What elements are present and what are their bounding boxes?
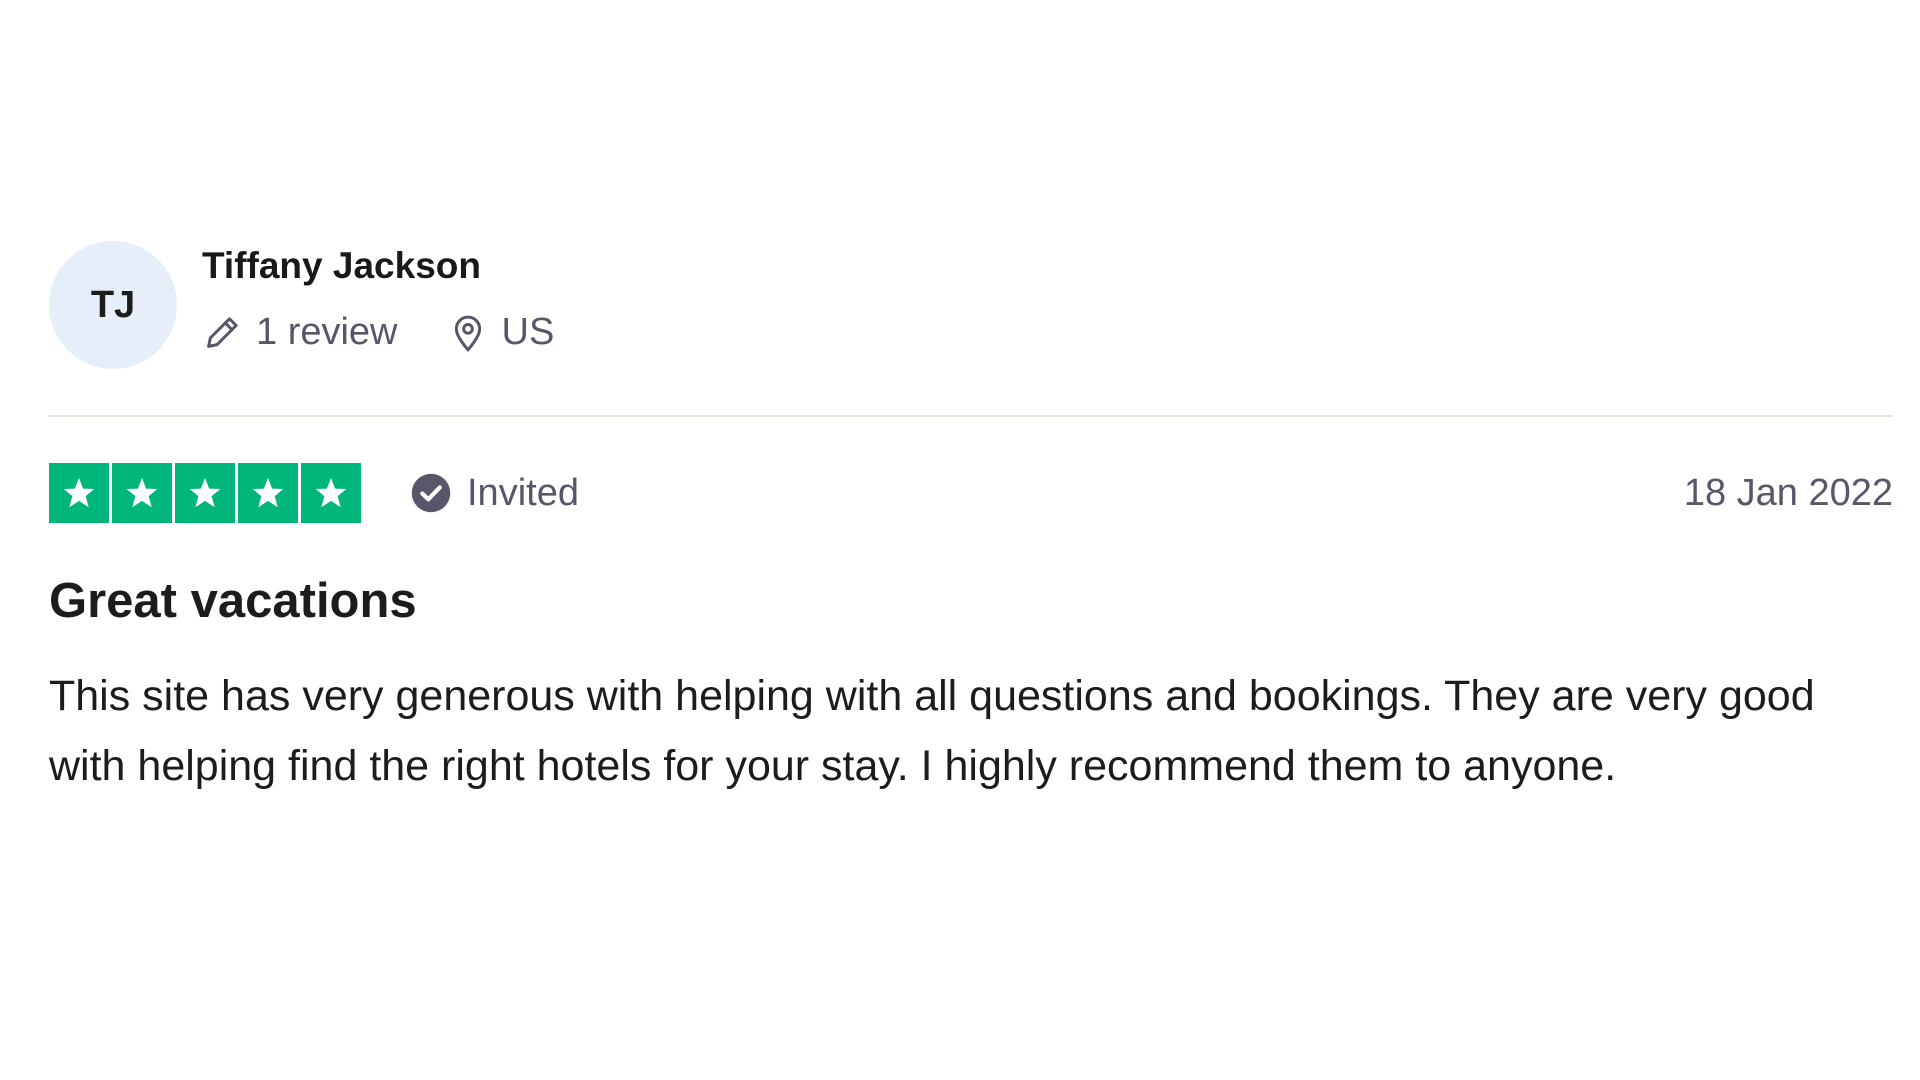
review-card: TJ Tiffany Jackson 1 review US Invited 1… [49,240,1893,801]
consumer-name[interactable]: Tiffany Jackson [202,244,554,288]
star-icon [301,463,361,523]
star-icon [49,463,109,523]
country-label: US [501,311,555,353]
consumer-header: TJ Tiffany Jackson 1 review US [49,240,1893,370]
consumer-meta: 1 review US [202,311,554,354]
review-date: 18 Jan 2022 [1683,471,1893,514]
consumer-location: US [448,311,555,354]
location-pin-icon [448,313,488,353]
pencil-icon [202,313,242,353]
invited-label: Invited [467,471,579,514]
consumer-info: Tiffany Jackson 1 review US [202,245,554,354]
review-body: This site has very generous with helping… [49,672,1815,790]
review-count-label: 1 review [256,311,398,353]
divider [49,415,1893,417]
avatar-initials: TJ [90,283,136,326]
review-title[interactable]: Great vacations [49,571,1893,631]
avatar[interactable]: TJ [49,241,177,369]
star-icon [238,463,298,523]
rating-row: Invited 18 Jan 2022 [49,463,1893,523]
verified-check-icon [410,472,452,514]
star-icon [175,463,235,523]
invited-badge[interactable]: Invited [410,472,579,515]
star-rating [49,463,364,523]
star-icon [112,463,172,523]
review-count: 1 review [202,311,398,354]
